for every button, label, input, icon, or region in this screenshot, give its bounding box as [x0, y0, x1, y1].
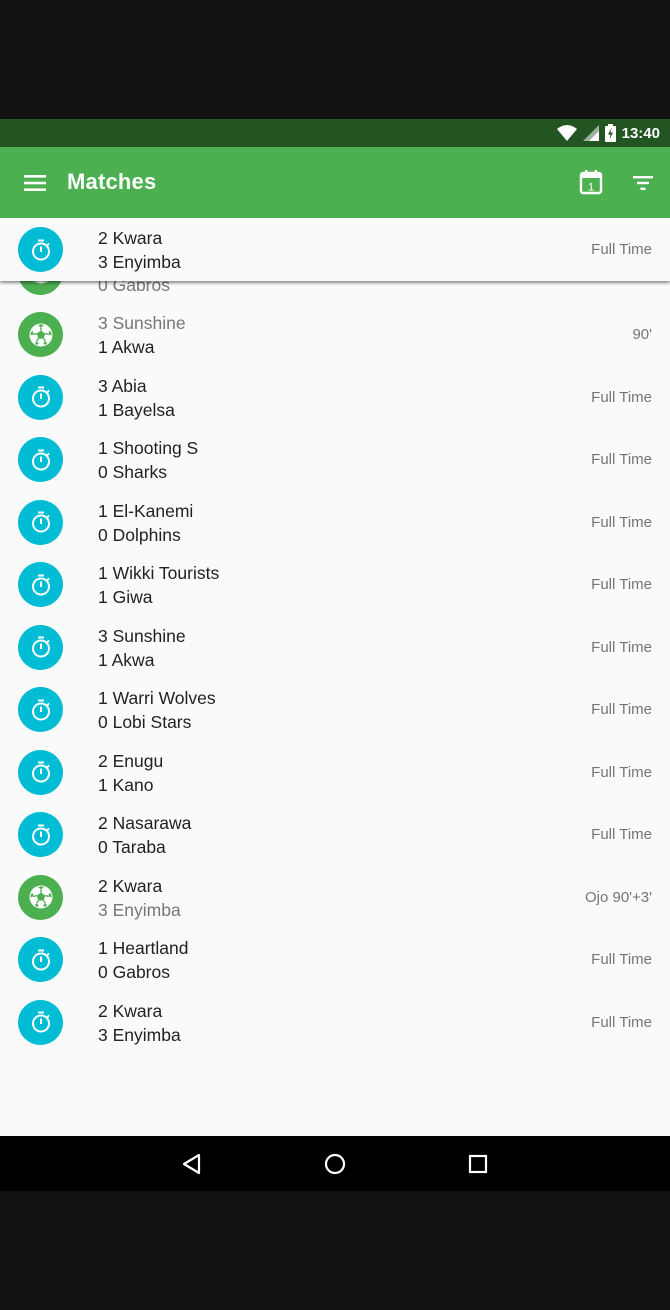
away-team-score: 3 Enyimba	[98, 252, 181, 272]
match-list[interactable]: 1 Kwara3 EnyimbaOjoba 75'1 Heartland0 Ga…	[0, 218, 670, 1136]
battery-charging-icon	[604, 124, 616, 142]
list-item[interactable]: 2 Nasarawa 0 Taraba Full Time	[0, 803, 670, 866]
away-team-score: 1 Giwa	[98, 587, 153, 607]
clock-time: 13:40	[621, 124, 660, 142]
match-status: Full Time	[591, 388, 652, 406]
home-team-score: 1 Wikki Tourists	[98, 563, 220, 583]
timer-icon	[18, 999, 63, 1045]
timer-icon	[18, 937, 63, 982]
away-team-score: 1 Kano	[98, 774, 154, 795]
home-team-score: 1 Heartland	[98, 938, 189, 958]
list-item[interactable]: 3 Abia 1 Bayelsa Full Time	[0, 366, 670, 429]
away-team-score: 1 Bayelsa	[98, 399, 175, 420]
home-team-score: 1 Shooting S	[98, 438, 199, 458]
phone-screen: 13:40 Matches 1 2 Kwara 3 Enyimba Full T…	[0, 119, 670, 1191]
recents-icon[interactable]	[465, 1151, 491, 1177]
navigation-bar	[0, 1136, 670, 1191]
match-status: Full Time	[591, 826, 652, 843]
menu-icon[interactable]	[20, 169, 50, 197]
match-status: Full Time	[591, 1013, 652, 1031]
away-team-score: 3 Enyimba	[98, 899, 181, 920]
home-team-score: 1 El-Kanemi	[98, 500, 194, 521]
timer-icon	[18, 499, 63, 545]
status-bar: 13:40	[0, 119, 670, 147]
match-status: Full Time	[591, 451, 652, 468]
status-icons: 13:40	[556, 123, 660, 143]
svg-text:1: 1	[588, 182, 594, 194]
home-team-score: 1 Warri Wolves	[98, 688, 216, 708]
signal-icon	[582, 125, 599, 141]
home-team-score: 2 Enugu	[98, 750, 164, 771]
sticky-match-header[interactable]: 2 Kwara 3 Enyimba Full Time	[0, 218, 670, 281]
match-status: Full Time	[591, 513, 652, 531]
match-status: Full Time	[591, 951, 652, 968]
home-team-score: 2 Kwara	[98, 875, 163, 896]
away-team-score: 3 Enyimba	[98, 1024, 181, 1045]
timer-icon	[18, 812, 63, 857]
list-item[interactable]: 1 Heartland 0 Gabros Full Time	[0, 928, 670, 991]
back-icon[interactable]	[179, 1151, 205, 1177]
soccer-ball-icon	[18, 312, 63, 357]
match-status: Full Time	[591, 763, 652, 781]
list-item[interactable]: 1 Wikki Tourists 1 Giwa Full Time	[0, 553, 670, 616]
match-status: Full Time	[591, 701, 652, 718]
list-item[interactable]: 1 Shooting S 0 Sharks Full Time	[0, 428, 670, 491]
soccer-ball-icon	[18, 874, 63, 920]
timer-icon	[18, 687, 63, 732]
away-team-score: 0 Dolphins	[98, 524, 181, 545]
page-title: Matches	[67, 169, 157, 194]
match-status: 90'	[632, 326, 652, 343]
away-team-score: 0 Sharks	[98, 462, 168, 482]
home-team-score: 3 Sunshine	[98, 313, 186, 333]
timer-icon	[18, 624, 63, 670]
list-item[interactable]: 2 Kwara 3 Enyimba Ojo 90'+3'	[0, 866, 670, 929]
away-team-score: 1 Akwa	[98, 337, 155, 357]
timer-icon	[18, 374, 63, 420]
list-item[interactable]: 1 Warri Wolves 0 Lobi Stars Full Time	[0, 678, 670, 741]
list-item[interactable]: 2 Enugu 1 Kano Full Time	[0, 741, 670, 804]
match-status: Full Time	[591, 576, 652, 593]
list-item[interactable]: 3 Sunshine 1 Akwa Full Time	[0, 616, 670, 679]
away-team-score: 0 Taraba	[98, 837, 166, 857]
home-icon[interactable]	[322, 1151, 348, 1177]
timer-icon	[18, 437, 63, 482]
wifi-icon	[556, 125, 577, 141]
timer-icon	[18, 749, 63, 795]
filter-icon[interactable]	[628, 169, 658, 197]
match-status: Full Time	[591, 241, 652, 258]
away-team-score: 1 Akwa	[98, 649, 155, 670]
home-team-score: 2 Kwara	[98, 228, 163, 248]
timer-icon	[18, 562, 63, 607]
match-status: Full Time	[591, 638, 652, 656]
away-team-score: 0 Lobi Stars	[98, 712, 192, 732]
home-team-score: 2 Nasarawa	[98, 813, 192, 833]
app-bar: Matches 1	[0, 147, 670, 218]
timer-icon	[18, 227, 63, 272]
list-item[interactable]: 3 Sunshine 1 Akwa 90'	[0, 303, 670, 366]
home-team-score: 3 Sunshine	[98, 625, 186, 646]
home-team-score: 2 Kwara	[98, 1000, 163, 1021]
match-status: Ojo 90'+3'	[584, 888, 652, 906]
list-item[interactable]: 2 Kwara 3 Enyimba Full Time	[0, 991, 670, 1054]
away-team-score: 0 Gabros	[98, 962, 170, 982]
calendar-icon[interactable]: 1	[576, 167, 606, 197]
list-item[interactable]: 1 El-Kanemi 0 Dolphins Full Time	[0, 491, 670, 554]
home-team-score: 3 Abia	[98, 375, 147, 396]
